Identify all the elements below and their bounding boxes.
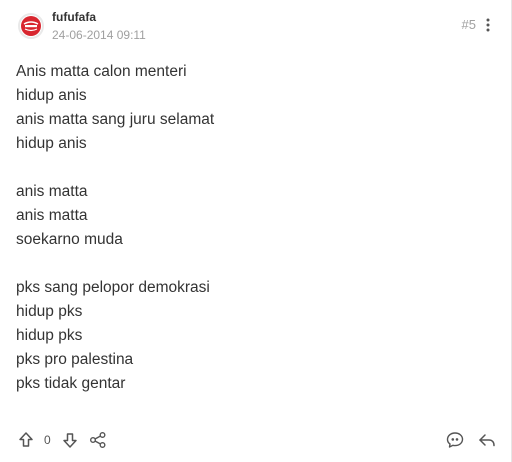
content-blank-line xyxy=(16,252,495,276)
post-timestamp: 24-06-2014 09:11 xyxy=(52,28,146,42)
content-line: anis matta xyxy=(16,183,88,200)
vote-count: 0 xyxy=(44,433,51,447)
quote-bubble-icon[interactable] xyxy=(445,430,465,450)
content-line: hidup anis xyxy=(16,87,87,104)
content-line: hidup pks xyxy=(16,303,83,320)
arrow-up-icon[interactable] xyxy=(16,430,36,450)
share-icon[interactable] xyxy=(88,430,108,450)
post-number[interactable]: #5 xyxy=(462,18,476,32)
reply-icon[interactable] xyxy=(477,430,497,450)
post-card: fufufafa 24-06-2014 09:11 #5 Anis matta … xyxy=(0,0,512,462)
post-header: fufufafa 24-06-2014 09:11 #5 xyxy=(18,9,497,45)
content-line: pks sang pelopor demokrasi xyxy=(16,279,210,296)
content-line: hidup anis xyxy=(16,135,87,152)
avatar-logo-icon xyxy=(21,16,41,36)
content-line: anis matta xyxy=(16,207,88,224)
avatar[interactable] xyxy=(18,13,44,39)
content-blank-line xyxy=(16,156,495,180)
arrow-down-icon[interactable] xyxy=(60,430,80,450)
author-username[interactable]: fufufafa xyxy=(52,10,96,24)
more-vertical-icon[interactable] xyxy=(485,17,491,33)
post-content: Anis matta calon menteri hidup anis anis m… xyxy=(16,60,495,396)
content-line: anis matta sang juru selamat xyxy=(16,111,215,128)
content-line: pks tidak gentar xyxy=(16,375,126,392)
content-line: hidup pks xyxy=(16,327,83,344)
post-actions: 0 xyxy=(16,428,499,452)
content-line: Anis matta calon menteri xyxy=(16,63,187,80)
content-line: soekarno muda xyxy=(16,231,123,248)
content-line: pks pro palestina xyxy=(16,351,134,368)
